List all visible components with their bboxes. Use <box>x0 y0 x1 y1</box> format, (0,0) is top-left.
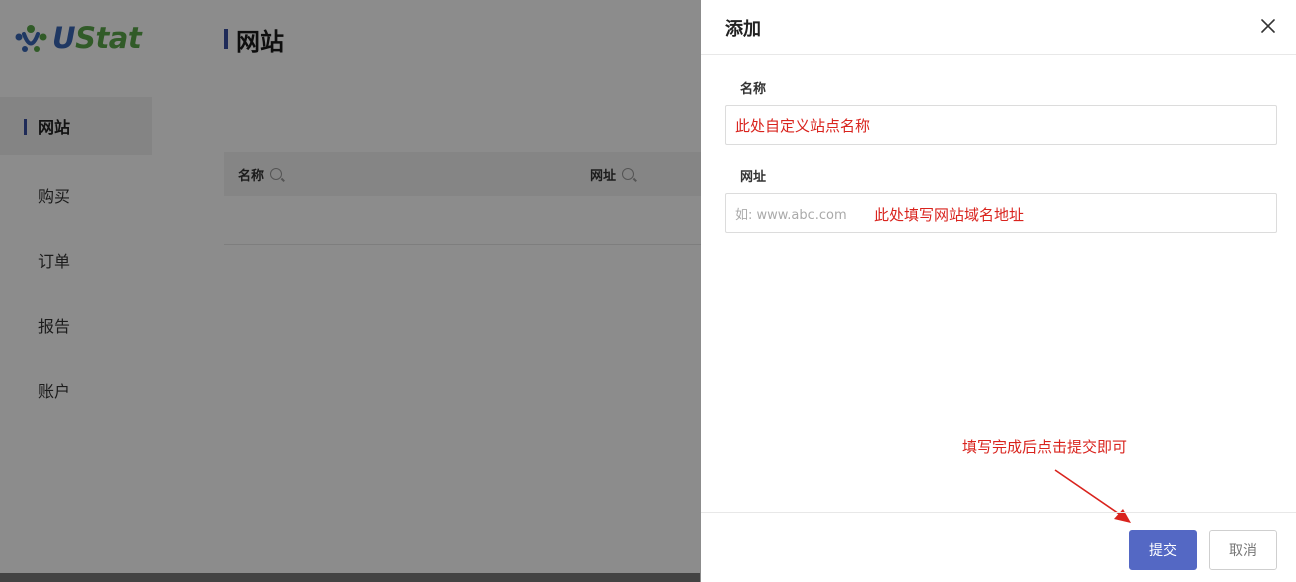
submit-button[interactable]: 提交 <box>1129 530 1197 570</box>
submit-hint-annotation: 填写完成后点击提交即可 <box>962 438 1128 456</box>
url-input-placeholder: 如: www.abc.com <box>735 207 847 223</box>
close-icon <box>1261 19 1275 33</box>
drawer-header: 添加 <box>701 0 1296 55</box>
add-drawer: 添加 名称 此处自定义站点名称 网址 如: www.abc.com 此处填写网站… <box>701 0 1296 582</box>
drawer-footer: 提交 取消 <box>701 512 1296 582</box>
name-field-label: 名称 <box>740 82 767 97</box>
name-input[interactable]: 此处自定义站点名称 <box>725 105 1277 145</box>
cancel-button[interactable]: 取消 <box>1209 530 1277 570</box>
close-button[interactable] <box>1258 16 1278 36</box>
url-input[interactable]: 如: www.abc.com 此处填写网站域名地址 <box>725 193 1277 233</box>
url-annotation: 此处填写网站域名地址 <box>874 206 1025 224</box>
url-field-label: 网址 <box>740 170 767 185</box>
drawer-title: 添加 <box>725 19 761 40</box>
name-input-value: 此处自定义站点名称 <box>735 116 871 135</box>
